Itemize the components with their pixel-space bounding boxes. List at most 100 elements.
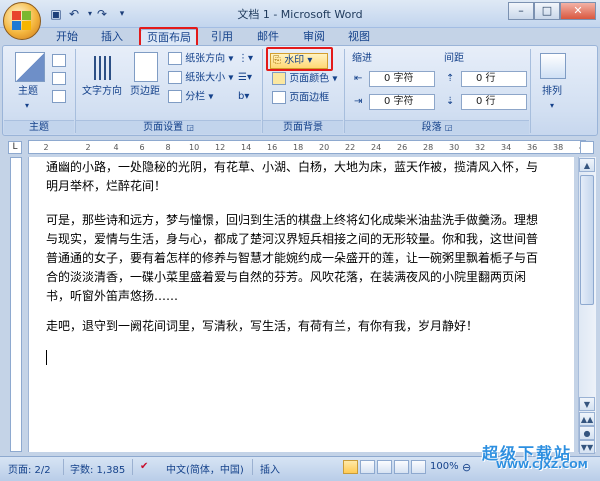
highlight-box-watermark xyxy=(266,47,333,71)
tab-references[interactable]: 引用 xyxy=(205,29,239,46)
ruler-tick: 24 xyxy=(371,143,382,152)
zoom-out-icon[interactable]: ⊖ xyxy=(462,461,471,474)
arrange-button[interactable]: 排列 xyxy=(542,85,562,99)
proofing-icon[interactable]: ✔ xyxy=(140,461,148,472)
view-ruler-icon[interactable] xyxy=(580,141,594,154)
ruler-tick: 4 xyxy=(113,143,119,152)
spacing-after-input[interactable]: 0 行 xyxy=(461,94,527,110)
scroll-up-icon[interactable]: ▲ xyxy=(579,158,595,172)
columns-button[interactable]: 分栏 ▾ xyxy=(168,90,213,105)
theme-fonts-icon[interactable] xyxy=(52,72,66,85)
site-watermark: 超级下载站 WWW.CJXZ.COM xyxy=(478,440,596,474)
tab-insert[interactable]: 插入 xyxy=(95,29,129,46)
arrange-dropdown-icon[interactable]: ▾ xyxy=(550,99,554,113)
ruler-tick: 20 xyxy=(319,143,330,152)
columns-label: 分栏 xyxy=(185,91,206,103)
minimize-button[interactable]: – xyxy=(508,2,534,20)
ruler-tick: 8 xyxy=(165,143,171,152)
margins-button[interactable]: 页边距 xyxy=(130,85,160,99)
group-label-page-setup: 页面设置 ◲ xyxy=(76,120,261,134)
ruler-tick: 14 xyxy=(241,143,252,152)
indent-right-icon: ⇥ xyxy=(354,96,363,107)
spacing-before-icon: ⇡ xyxy=(446,73,455,84)
line-numbers-icon[interactable]: ☰▾ xyxy=(238,71,252,85)
status-language[interactable]: 中文(简体，中国) xyxy=(166,461,244,476)
ruler-tick: 26 xyxy=(397,143,408,152)
indent-left-input[interactable]: 0 字符 xyxy=(369,71,435,87)
page-color-button[interactable]: 页面颜色 ▾ xyxy=(272,72,337,87)
tab-home[interactable]: 开始 xyxy=(50,29,84,46)
spacing-label: 间距 xyxy=(444,53,464,64)
group-label-paragraph: 段落 ◲ xyxy=(345,120,529,134)
status-page[interactable]: 页面: 2/2 xyxy=(8,461,51,476)
tab-view[interactable]: 视图 xyxy=(342,29,376,46)
page-border-button[interactable]: 页面边框 xyxy=(272,91,329,106)
web-layout-icon[interactable] xyxy=(377,460,392,474)
size-button[interactable]: 纸张大小 ▾ xyxy=(168,71,233,86)
margins-icon[interactable] xyxy=(134,52,158,82)
ruler-tick: 6 xyxy=(139,143,145,152)
dialog-launcher-icon[interactable]: ◲ xyxy=(186,123,194,132)
ruler-tick: 2 xyxy=(43,143,49,152)
paragraph-group-label: 段落 xyxy=(421,122,442,133)
status-divider xyxy=(63,459,64,475)
office-button[interactable] xyxy=(3,2,41,40)
vertical-ruler[interactable] xyxy=(10,157,22,452)
size-icon xyxy=(168,71,182,84)
full-screen-reading-icon[interactable] xyxy=(360,460,375,474)
scroll-down-icon[interactable]: ▼ xyxy=(579,397,595,411)
orientation-icon xyxy=(168,52,182,65)
status-words[interactable]: 字数: 1,385 xyxy=(70,461,125,476)
document-paragraph: 通幽的小路，一处隐秘的光阴，有花草、小湖、白杨，大地为床，蓝天作被，揽清风入怀，… xyxy=(46,160,539,193)
theme-colors-icon[interactable] xyxy=(52,54,66,67)
theme-dropdown-icon[interactable]: ▾ xyxy=(25,99,29,113)
orientation-button[interactable]: 纸张方向 ▾ xyxy=(168,52,233,67)
horizontal-ruler[interactable]: 2 2 4 6 8 10 12 14 16 18 20 22 24 26 28 … xyxy=(28,140,589,154)
tab-mailings[interactable]: 邮件 xyxy=(251,29,285,46)
page-color-label: 页面颜色 xyxy=(289,73,330,85)
tab-review[interactable]: 审阅 xyxy=(297,29,331,46)
browse-object-icon[interactable]: ● xyxy=(579,426,595,440)
indent-right-input[interactable]: 0 字符 xyxy=(369,94,435,110)
orientation-label: 纸张方向 xyxy=(185,53,226,65)
ruler-tick: 30 xyxy=(449,143,460,152)
status-divider xyxy=(132,459,133,475)
ruler-tick: 34 xyxy=(501,143,512,152)
document-paragraph: 走吧，退守到一阙花间词里，写清秋，写生活，有荷有兰，有你有我，岁月静好！ xyxy=(46,319,479,333)
breaks-icon[interactable]: ⋮▾ xyxy=(238,52,253,66)
site-watermark-url: WWW.CJXZ.COM xyxy=(496,460,588,471)
columns-icon xyxy=(168,90,182,103)
ruler-ticks: 2 2 4 6 8 10 12 14 16 18 20 22 24 26 28 … xyxy=(43,141,589,154)
theme-effects-icon[interactable] xyxy=(52,90,66,103)
ruler-tick: 12 xyxy=(215,143,226,152)
spacing-before-input[interactable]: 0 行 xyxy=(461,71,527,87)
page-setup-group-label: 页面设置 xyxy=(143,122,184,133)
hyphenation-icon[interactable]: b▾ xyxy=(238,90,249,104)
status-divider xyxy=(252,459,253,475)
ruler-tick: 36 xyxy=(527,143,538,152)
previous-page-icon[interactable]: ▲▲ xyxy=(579,412,595,426)
scroll-thumb[interactable] xyxy=(580,175,594,305)
theme-icon[interactable] xyxy=(15,52,45,82)
indent-left-icon: ⇤ xyxy=(354,73,363,84)
print-layout-icon[interactable] xyxy=(343,460,358,474)
close-button[interactable]: ✕ xyxy=(560,2,596,20)
group-separator xyxy=(530,49,531,133)
highlight-box-tab xyxy=(139,27,198,47)
group-label-theme: 主题 xyxy=(4,120,74,134)
theme-button[interactable]: 主题 xyxy=(18,85,38,99)
outline-view-icon[interactable] xyxy=(394,460,409,474)
status-mode[interactable]: 插入 xyxy=(260,461,280,476)
draft-view-icon[interactable] xyxy=(411,460,426,474)
page-color-icon xyxy=(272,72,286,85)
dialog-launcher-icon[interactable]: ◲ xyxy=(445,123,453,132)
maximize-button[interactable]: □ xyxy=(534,2,560,20)
text-direction-button[interactable]: 文字方向 xyxy=(82,85,122,99)
document-paragraph: 可是，那些诗和远方，梦与憧憬，回归到生活的棋盘上终将幻化成柴米油盐洗手做羹汤。理… xyxy=(46,213,539,303)
ruler-tick: 10 xyxy=(189,143,200,152)
spacing-after-icon: ⇣ xyxy=(446,96,455,107)
tab-selector-icon[interactable]: L xyxy=(8,141,22,154)
arrange-icon[interactable] xyxy=(540,53,566,79)
text-direction-icon[interactable] xyxy=(92,54,114,82)
zoom-level[interactable]: 100% xyxy=(430,461,459,472)
